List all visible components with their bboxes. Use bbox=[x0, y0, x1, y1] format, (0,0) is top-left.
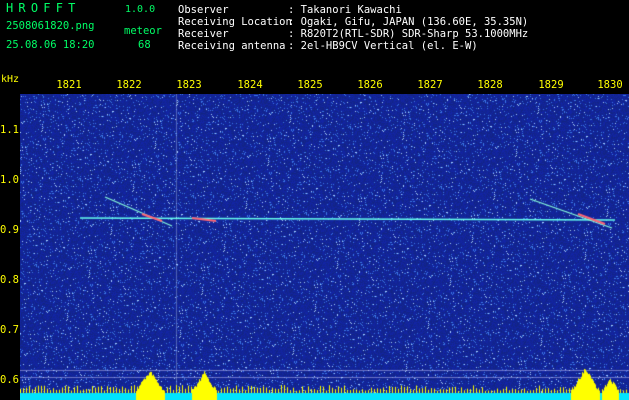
antenna-label: Receiving antenna bbox=[178, 40, 286, 52]
y-tick: 0.6 bbox=[0, 374, 19, 386]
app-version: 1.0.0 bbox=[125, 4, 156, 15]
x-tick: 1821 bbox=[56, 79, 82, 91]
hrofft-window: { "app": { "title": "HROFFT", "version":… bbox=[0, 0, 629, 400]
x-tick: 1824 bbox=[237, 79, 263, 91]
y-tick: 0.8 bbox=[0, 274, 19, 286]
y-tick: 1.1 bbox=[0, 124, 19, 136]
x-tick: 1822 bbox=[116, 79, 142, 91]
spectrogram-plot bbox=[20, 94, 629, 400]
app-title: HROFFT bbox=[6, 1, 81, 15]
x-axis: 1821 1822 1823 1824 1825 1826 1827 1828 … bbox=[0, 76, 629, 94]
file-name: 2508061820.png bbox=[6, 20, 95, 32]
date-time: 25.08.06 18:20 bbox=[6, 39, 95, 51]
y-tick: 0.9 bbox=[0, 224, 19, 236]
y-tick: 0.7 bbox=[0, 324, 19, 336]
x-tick: 1830 bbox=[597, 79, 623, 91]
meteor-label: meteor bbox=[124, 25, 162, 37]
x-tick: 1826 bbox=[357, 79, 383, 91]
x-tick: 1828 bbox=[477, 79, 503, 91]
meteor-count: 68 bbox=[138, 39, 151, 51]
x-tick: 1825 bbox=[297, 79, 323, 91]
x-tick: 1823 bbox=[176, 79, 202, 91]
y-tick: 1.0 bbox=[0, 174, 19, 186]
x-tick: 1829 bbox=[538, 79, 564, 91]
antenna-value: : 2el-HB9CV Vertical (el. E-W) bbox=[288, 40, 478, 52]
x-tick: 1827 bbox=[417, 79, 443, 91]
